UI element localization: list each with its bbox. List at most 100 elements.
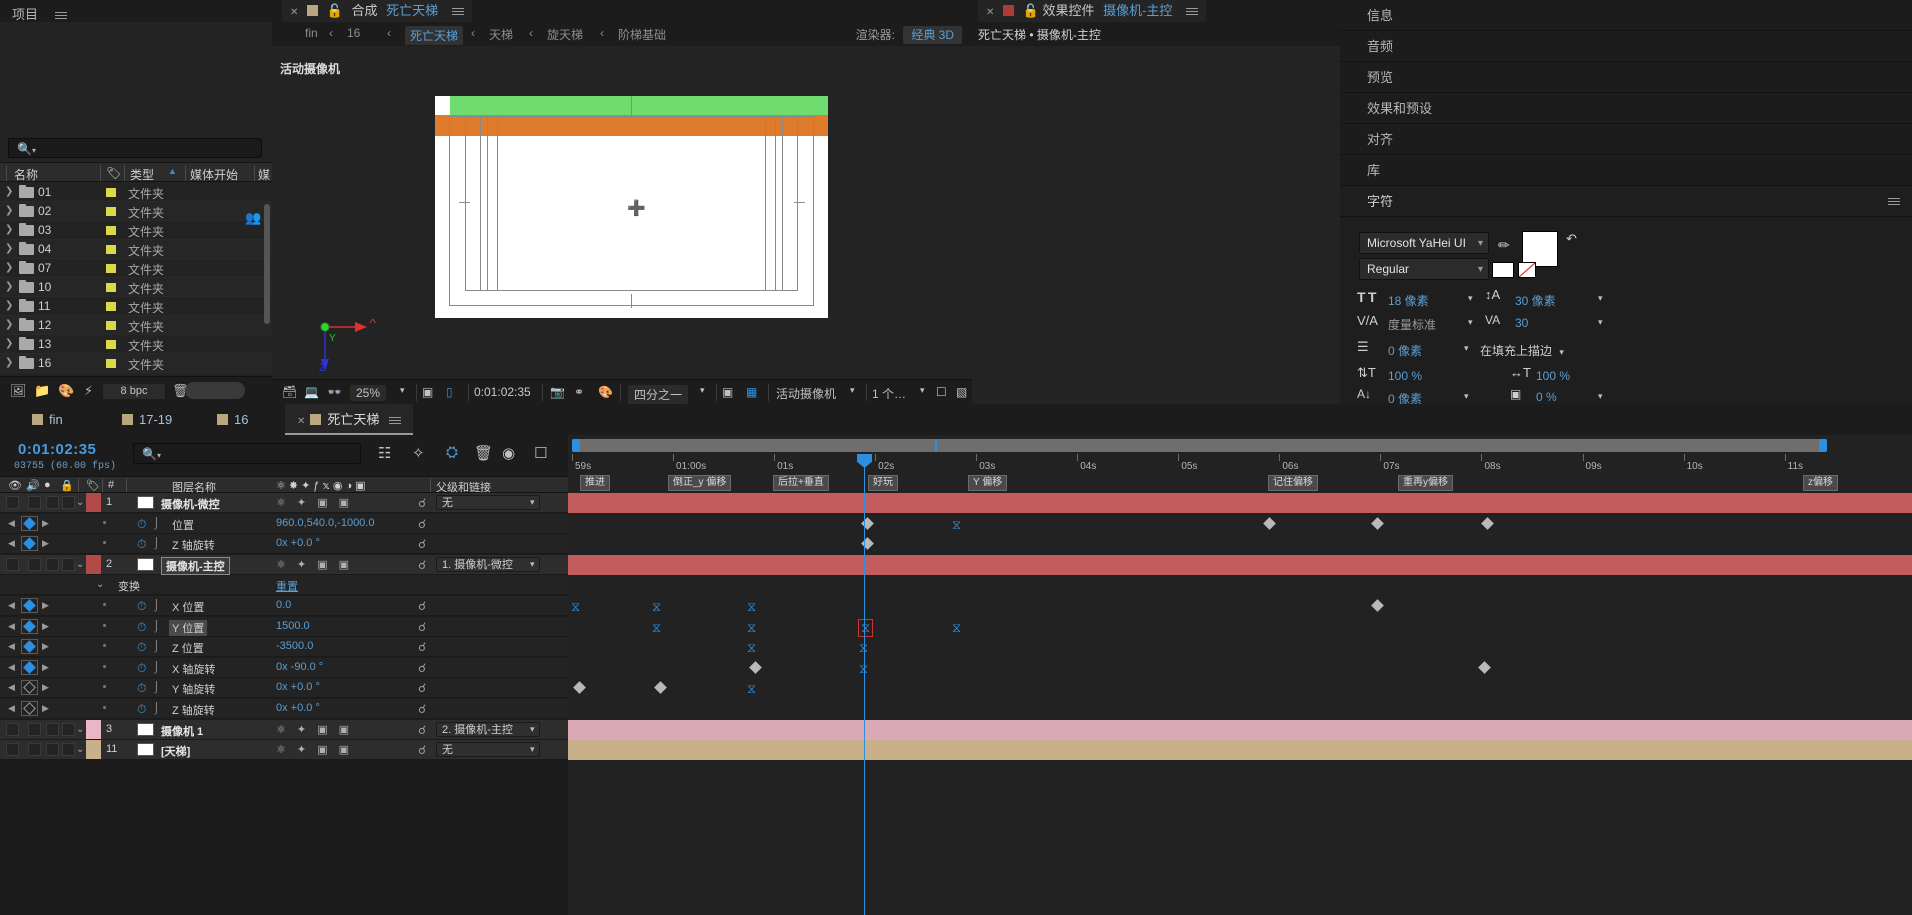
lock-toggle[interactable] [62,743,75,757]
property-name[interactable]: Z 轴旋转 [172,702,215,718]
keyframe-marker[interactable]: ⧖ [571,599,580,615]
panel-menu-icon[interactable] [389,415,402,426]
layer-switches[interactable]: ⚛ ✦ ▣ ▣ [276,723,353,736]
expression-pick-whip-icon[interactable]: ☌ [418,599,426,613]
chevron-down-icon[interactable]: ▾ [1598,391,1603,402]
keyframe-marker[interactable]: ⧖ [747,681,756,697]
font-style-select[interactable]: Regular ▾ [1359,258,1489,280]
reset-link[interactable]: 重置 [276,578,298,594]
font-size-field[interactable]: 18 像素 [1388,292,1429,309]
graph-editor-icon[interactable]: ⌡ [153,681,160,693]
property-name[interactable]: Z 位置 [172,640,204,656]
next-keyframe-icon[interactable]: ▶ [42,600,49,611]
close-icon[interactable]: ✕ [986,7,994,18]
chevron-down-icon[interactable]: ▾ [530,724,535,735]
timeline-property-row[interactable]: ◀ ▶ ⏱ ⌡ X 位置 0.0 ☌ [0,596,568,616]
timeline-search-input[interactable]: 🔍▾ [133,443,361,464]
disclosure-triangle-icon[interactable]: ⌄ [76,724,84,735]
marker-track[interactable]: 推进 倒正_y 偏移 后拉+垂直 好玩 Y 偏移 记住偏移 重再y偏移 z偏移 [568,475,1912,493]
composition-tab[interactable]: ✕ 🔓 合成 死亡天梯 [282,0,472,22]
timeline-property-row[interactable]: ◀ ▶ ⏱ ⌡ Z 位置 -3500.0 ☌ [0,637,568,658]
chevron-down-icon[interactable]: ▾ [1468,317,1473,328]
timeline-tab-1[interactable]: 17-19 [110,404,184,435]
timeline-row-track[interactable]: ⧖ ⧖ ⧖ [568,596,1912,616]
panel-menu-icon[interactable] [451,6,464,17]
project-item-row[interactable]: ❯ 11 文件夹 [0,297,272,316]
label-color-swatch[interactable] [106,245,116,254]
video-toggle-icon[interactable]: 👁 [8,479,22,492]
disclosure-triangle-icon[interactable]: ⌄ [96,579,104,590]
composition-mini-flowchart-icon[interactable]: ☷ [378,444,391,462]
keyframe-marker[interactable] [1371,599,1384,612]
property-value[interactable]: 0x -90.0 ° [276,661,323,673]
project-footer-pill[interactable] [185,382,245,399]
stroke-width-field[interactable]: 0 像素 [1388,342,1422,359]
font-family-select[interactable]: Microsoft YaHei UI ▾ [1359,232,1489,254]
audio-toggle[interactable] [28,557,41,571]
breadcrumb-item-2[interactable]: 死亡天梯 [405,26,464,45]
keyframe-marker[interactable]: ⧖ [952,517,961,533]
video-toggle[interactable] [6,743,19,757]
timeline-marker-5[interactable]: 记住偏移 [1268,475,1318,491]
no-color-swatch[interactable] [1518,262,1536,278]
timeline-row-track[interactable] [568,719,1912,740]
parent-pick-whip-icon[interactable]: ☌ [418,558,426,572]
keyframe-marker[interactable]: ⧖ [857,618,874,637]
timeline-marker-1[interactable]: 倒正_y 偏移 [668,475,732,491]
expression-pick-whip-icon[interactable]: ☌ [418,681,426,695]
solo-toggle[interactable] [46,557,59,571]
stopwatch-icon[interactable]: ⏱ [137,599,146,614]
transparency-grid-icon[interactable]: ▣ [722,385,733,399]
hide-shy-layers-icon[interactable]: 🗑 [474,444,493,462]
graph-editor-icon[interactable]: ☐ [534,444,547,462]
layer-duration-bar[interactable] [568,719,1912,740]
chevron-down-icon[interactable]: ▾ [1464,343,1469,354]
keyframe-marker[interactable] [1481,516,1494,530]
next-keyframe-icon[interactable]: ▶ [42,641,49,652]
column-name[interactable]: 名称 [14,166,38,183]
layer-duration-bar[interactable] [568,493,1912,513]
stopwatch-icon[interactable]: ⏱ [137,537,146,552]
effect-controls-tab[interactable]: ✕ 🔓 效果控件 摄像机-主控 [978,0,1207,22]
timeline-marker-3[interactable]: 好玩 [868,475,898,491]
next-keyframe-icon[interactable]: ▶ [42,662,49,673]
timeline-graph-area[interactable]: 59s 01:00s 01s 02s 03s 04s 05s 06s 07s 08s 09s 10s 1… [568,435,1912,915]
timeline-marker-6[interactable]: 重再y偏移 [1398,475,1453,491]
solo-toggle[interactable] [46,743,59,757]
new-comp-icon[interactable]: 🖼 [10,383,27,399]
property-name[interactable]: X 轴旋转 [172,661,215,677]
property-value[interactable]: -3500.0 [276,640,313,652]
stopwatch-icon[interactable]: ⏱ [137,702,146,717]
keyframe-marker[interactable]: ⧖ [747,620,756,636]
disclosure-triangle-icon[interactable]: ❯ [5,319,13,330]
keyframe-marker[interactable]: ⧖ [652,599,661,615]
previous-keyframe-icon[interactable]: ◀ [8,703,15,714]
disclosure-triangle-icon[interactable]: ❯ [5,357,13,368]
video-toggle[interactable] [6,557,19,571]
next-keyframe-icon[interactable]: ▶ [42,538,49,549]
timeline-row-track[interactable] [568,534,1912,554]
timeline-property-row[interactable]: ◀ ▶ ⏱ ⌡ 位置 960.0,540.0,-1000.0 ☌ [0,513,568,534]
timeline-row-track[interactable] [568,554,1912,575]
graph-editor-icon[interactable]: ⌡ [153,702,160,714]
chevron-down-icon[interactable]: ▾ [1598,317,1603,328]
next-keyframe-icon[interactable]: ▶ [42,621,49,632]
expression-pick-whip-icon[interactable]: ☌ [418,517,426,531]
audio-toggle[interactable] [28,743,41,757]
parent-select[interactable]: 2. 摄像机-主控 [436,721,540,737]
stopwatch-icon[interactable]: ⏱ [137,640,146,655]
project-item-row[interactable]: ❯ 03 文件夹 [0,221,272,240]
keyframe-marker[interactable] [1371,516,1384,530]
timeline-row-track[interactable]: ⧖ [568,678,1912,698]
zoom-level-select[interactable]: 25% [350,385,387,401]
keyframe-marker[interactable]: ⧖ [952,620,961,636]
panel-menu-icon[interactable] [55,10,68,21]
layer-label-color[interactable] [86,554,101,574]
property-name[interactable]: Z 轴旋转 [172,537,215,553]
label-color-swatch[interactable] [106,302,116,311]
timeline-property-row[interactable]: ◀ ▶ ⏱ ⌡ Y 位置 1500.0 ☌ [0,616,568,637]
previous-keyframe-icon[interactable]: ◀ [8,518,15,529]
previous-keyframe-icon[interactable]: ◀ [8,682,15,693]
video-toggle[interactable] [6,722,19,736]
black-white-swatch[interactable] [1492,262,1514,278]
